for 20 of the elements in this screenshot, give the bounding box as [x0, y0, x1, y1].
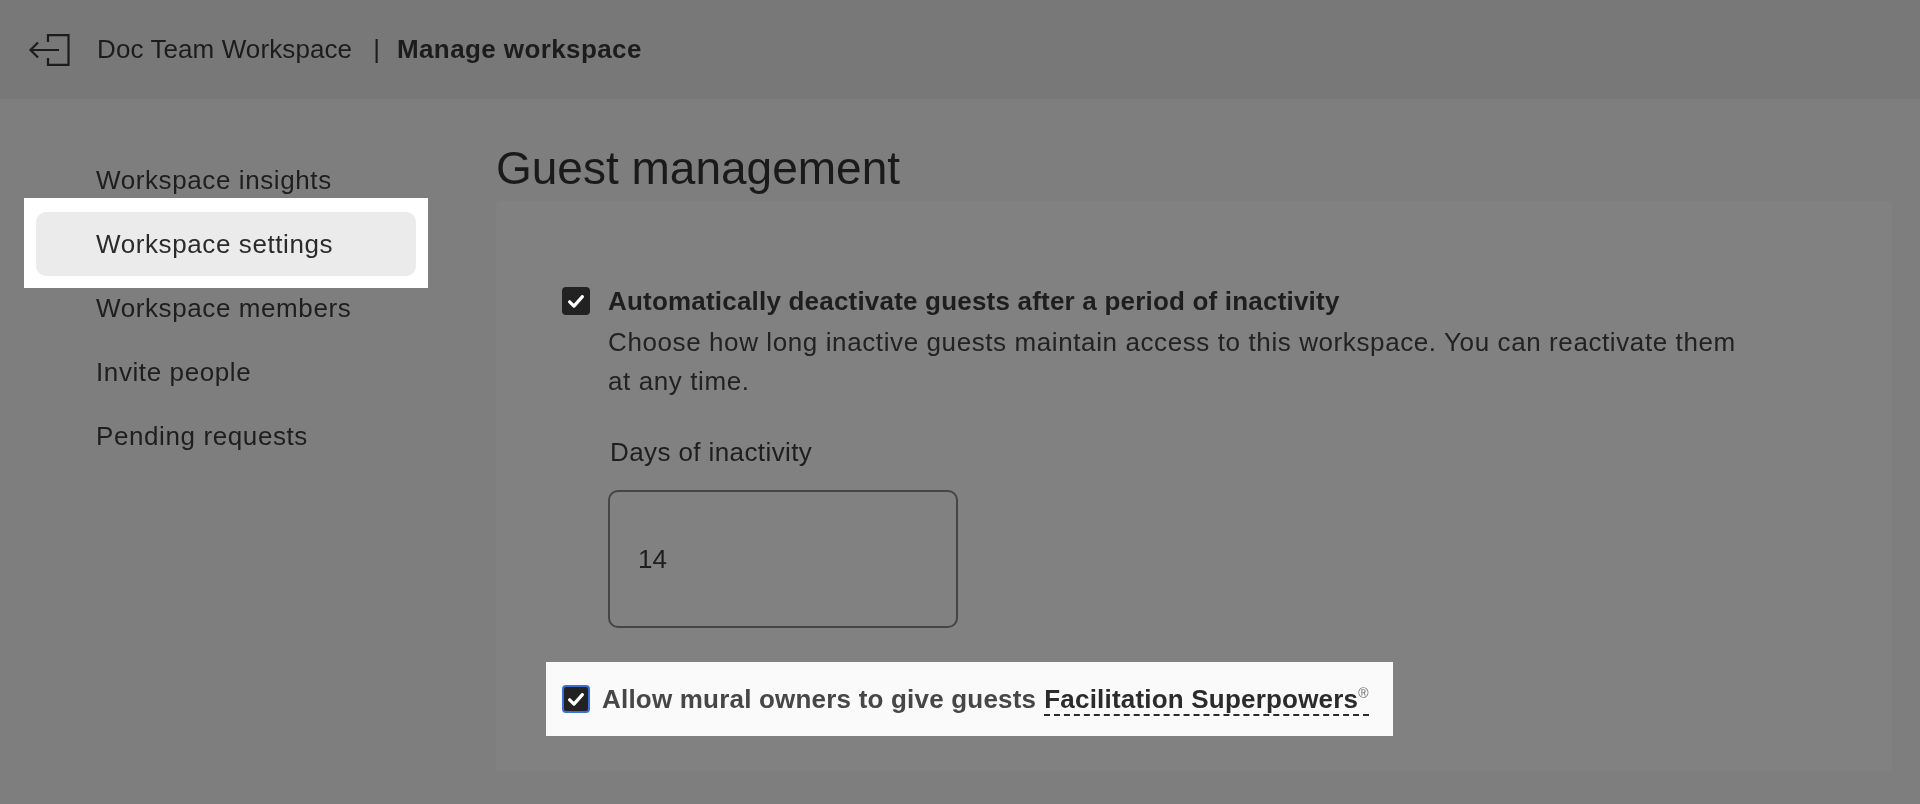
- setting-label: Automatically deactivate guests after a period of inactivity: [608, 285, 1340, 318]
- sidebar-item[interactable]: Invite people: [36, 340, 416, 404]
- checkmark-icon: [568, 692, 584, 706]
- field-label: Days of inactivity: [609, 436, 813, 469]
- exit-icon[interactable]: [28, 33, 70, 66]
- workspace-name: Doc Team Workspace: [97, 34, 353, 65]
- setting-label: Allow mural owners to give guests Facilitation Superpowers$^{®}$: [602, 683, 1369, 716]
- sidebar-item[interactable]: Workspace settings: [36, 212, 416, 276]
- checkbox[interactable]: [562, 287, 590, 315]
- term-link[interactable]: Facilitation Superpowers$^{®}$: [1044, 684, 1369, 716]
- sidebar-item[interactable]: Pending requests: [36, 404, 416, 468]
- sidebar-item[interactable]: Workspace insights: [36, 148, 416, 212]
- setting-description: Choose how long inactive guests maintain access to this workspace. You can reactivate them at any time.: [608, 326, 1737, 398]
- days-input-field[interactable]: 14: [608, 490, 958, 628]
- page-title: Manage workspace: [396, 34, 642, 65]
- section-heading: Guest management: [496, 141, 901, 196]
- sidebar-item[interactable]: Workspace members: [36, 276, 416, 340]
- checkmark-icon: [568, 294, 584, 308]
- checkbox[interactable]: [562, 685, 590, 713]
- title-separator: |: [373, 34, 380, 65]
